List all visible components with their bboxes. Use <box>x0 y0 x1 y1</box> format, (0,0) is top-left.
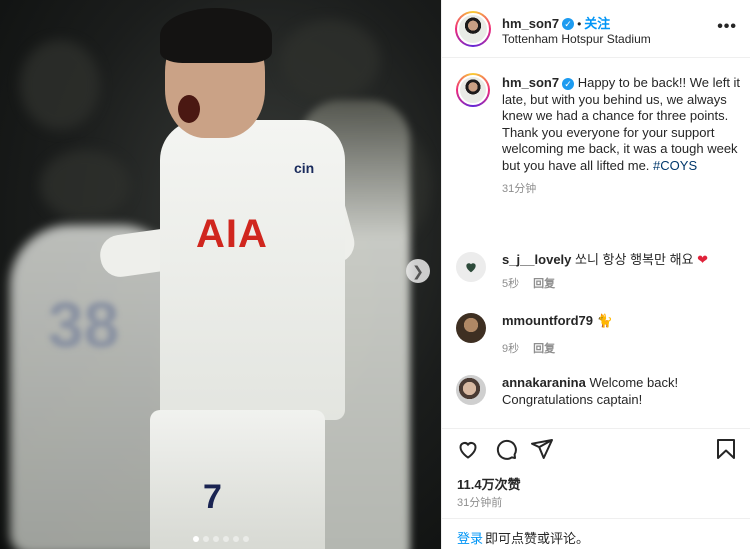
login-prompt: 即可点赞或评论。 <box>485 531 590 546</box>
separator-dot: • <box>577 17 582 31</box>
comment-time: 5秒 <box>502 277 520 290</box>
comment-username[interactable]: mmountford79 <box>502 313 593 328</box>
carousel-dot[interactable] <box>232 536 239 542</box>
comment-meta: 5秒 回复 <box>502 274 738 292</box>
post-sidebar: hm_son7 ✓ • 关注 Tottenham Hotspur Stadium ••… <box>441 0 750 549</box>
heart-icon[interactable] <box>456 437 480 461</box>
comment-body: s_j__lovely 쏘니 항상 행복만 해요 ❤ 5秒 回复 <box>502 252 738 292</box>
comment-text-line: s_j__lovely 쏘니 항상 행복만 해요 ❤ <box>502 252 738 269</box>
player-shorts <box>150 410 325 549</box>
player-mouth <box>178 95 200 123</box>
verified-icon: ✓ <box>562 77 575 90</box>
header-user-line: hm_son7 ✓ • 关注 <box>502 13 610 33</box>
comment-username[interactable]: s_j__lovely <box>502 252 571 267</box>
crowd-blur <box>40 150 130 220</box>
bookmark-icon[interactable] <box>715 437 737 461</box>
heart-emoji-icon: ❤ <box>697 252 709 267</box>
post-time: 31分钟前 <box>457 497 503 509</box>
next-arrow-icon[interactable]: ❯ <box>406 259 430 283</box>
action-bar <box>442 428 750 468</box>
post-image[interactable]: 38 AIA cin 7 ❯ <box>0 0 441 549</box>
crowd-blur <box>280 20 380 100</box>
reply-button[interactable]: 回复 <box>533 343 555 355</box>
comment-avatar[interactable] <box>456 375 486 405</box>
shirt-sponsor: AIA <box>196 212 268 256</box>
login-bar: 登录 即可点赞或评论。 <box>442 518 750 549</box>
share-icon[interactable] <box>530 437 554 461</box>
cat-emoji-icon: 🐈 <box>596 313 613 328</box>
caption-time: 31分钟 <box>502 183 537 195</box>
comments-section[interactable]: hm_son7 ✓ Happy to be back!! We left it l… <box>442 58 750 428</box>
comment-text-line: annakaranina Welcome back! Congratulatio… <box>502 375 738 408</box>
comment-avatar[interactable] <box>456 313 486 343</box>
more-icon[interactable]: ••• <box>717 18 737 36</box>
carousel-dot[interactable] <box>212 536 219 542</box>
caption-username[interactable]: hm_son7 <box>502 75 559 90</box>
comment-body: annakaranina Welcome back! Congratulatio… <box>502 375 738 408</box>
player-hair <box>160 8 272 63</box>
verified-icon: ✓ <box>562 17 575 30</box>
comment-body: mmountford79 🐈 9秒 回复 <box>502 313 738 357</box>
caption-avatar[interactable] <box>456 73 490 107</box>
comment-icon[interactable] <box>494 437 518 461</box>
shorts-number: 7 <box>203 478 222 516</box>
caption-text-block: hm_son7 ✓ Happy to be back!! We left it l… <box>502 75 742 174</box>
carousel-dot[interactable] <box>242 536 249 542</box>
comment-text-line: mmountford79 🐈 <box>502 313 738 330</box>
crowd-blur <box>20 40 100 130</box>
comment-avatar[interactable] <box>456 252 486 282</box>
heart-avatar-icon <box>466 263 476 273</box>
carousel-dot[interactable] <box>192 536 199 542</box>
comment-meta: 9秒 回复 <box>502 339 738 357</box>
carousel-dot[interactable] <box>222 536 229 542</box>
reply-button[interactable]: 回复 <box>533 278 555 290</box>
comment-time: 9秒 <box>502 342 520 355</box>
caption-body: hm_son7 ✓ Happy to be back!! We left it l… <box>502 75 742 196</box>
follow-button[interactable]: 关注 <box>584 16 610 31</box>
carousel-dot[interactable] <box>202 536 209 542</box>
login-link[interactable]: 登录 <box>457 528 483 547</box>
player-shirt <box>160 120 345 420</box>
post-header: hm_son7 ✓ • 关注 Tottenham Hotspur Stadium ••… <box>442 0 750 58</box>
username[interactable]: hm_son7 <box>502 16 559 31</box>
sleeve-sponsor: cin <box>294 160 315 176</box>
hashtag-link[interactable]: #COYS <box>653 158 697 173</box>
teammate-shirt-number: 38 <box>48 289 120 361</box>
comment-username[interactable]: annakaranina <box>502 375 586 390</box>
carousel-dots <box>0 536 441 542</box>
avatar[interactable] <box>455 11 491 47</box>
comment-text: 쏘니 항상 행복만 해요 <box>575 252 694 267</box>
location-link[interactable]: Tottenham Hotspur Stadium <box>502 32 651 46</box>
likes-count[interactable]: 11.4万次赞 <box>457 474 521 493</box>
